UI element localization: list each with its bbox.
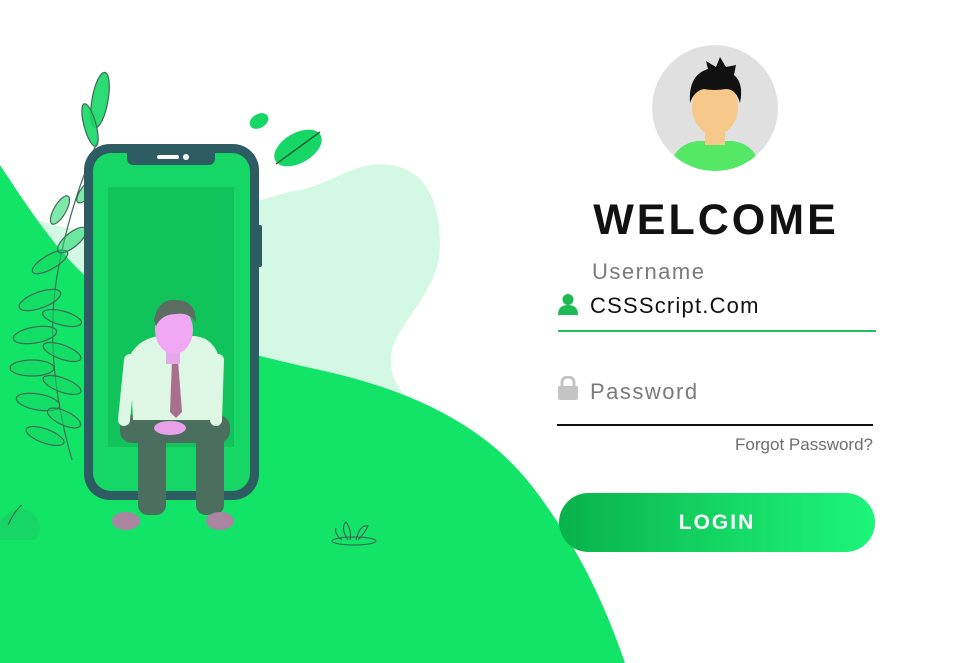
password-underline [557, 424, 873, 426]
username-input[interactable] [590, 290, 876, 322]
username-underline [558, 330, 876, 332]
avatar [652, 45, 778, 171]
username-field[interactable] [558, 290, 876, 332]
lock-icon [558, 376, 578, 400]
username-label: Username [592, 259, 706, 284]
floating-leaves [249, 113, 322, 167]
password-input[interactable] [590, 376, 870, 408]
password-field[interactable] [557, 376, 873, 428]
login-button[interactable]: LOGIN [559, 493, 875, 552]
forgot-password-link[interactable]: Forgot Password? [735, 435, 873, 455]
user-icon [558, 294, 578, 315]
welcome-title: WELCOME [593, 196, 839, 244]
